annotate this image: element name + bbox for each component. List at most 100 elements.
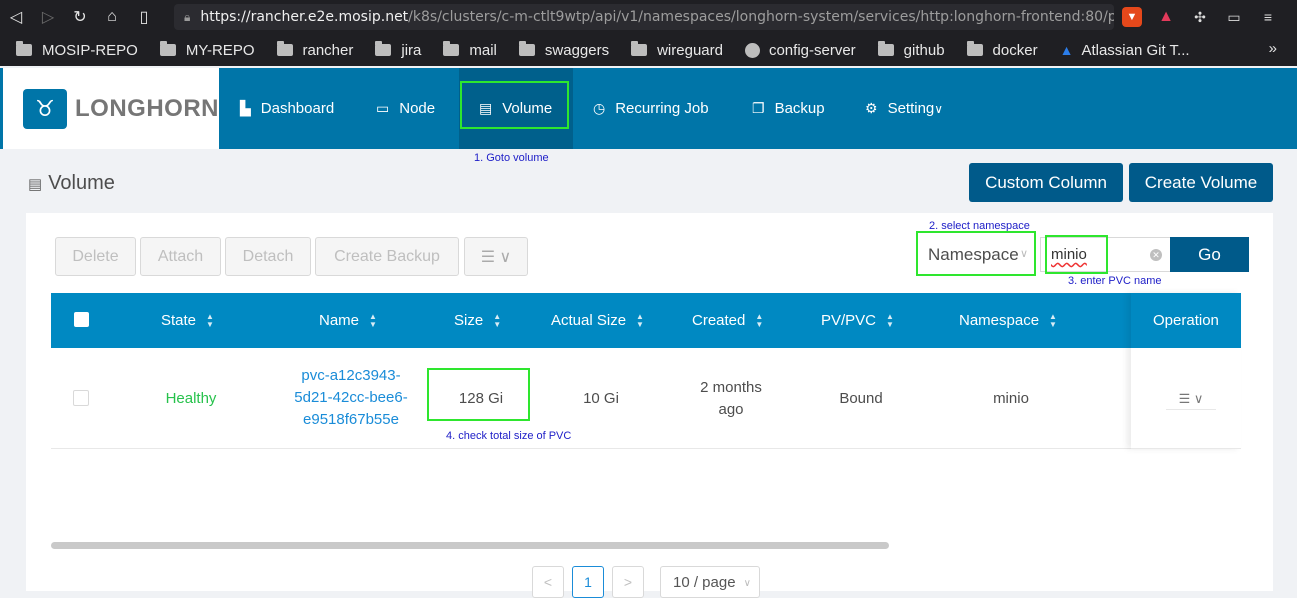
clear-icon[interactable]: ✕ xyxy=(1150,249,1162,261)
row-created-line: ago xyxy=(718,401,744,418)
create-backup-button[interactable]: Create Backup xyxy=(315,237,459,276)
page-size-value: 10 / page xyxy=(673,573,736,591)
nav-recurring-job[interactable]: ◷ Recurring Job xyxy=(593,68,709,149)
page-size-select[interactable]: 10 / page ∨ xyxy=(660,566,760,598)
column-pv-pvc[interactable]: PV/PVC ▲ ▼ xyxy=(821,293,894,348)
sort-icon[interactable]: ▲ ▼ xyxy=(1049,312,1057,329)
bookmark-label: MY-REPO xyxy=(185,41,255,59)
annotation-step4: 4. check total size of PVC xyxy=(446,430,572,442)
brave-shield-icon[interactable]: ▼ xyxy=(1122,7,1142,27)
bookmark-item[interactable]: ▲ Atlassian Git T... xyxy=(1060,42,1190,59)
prev-page-button[interactable]: < xyxy=(532,566,564,598)
bookmark-item[interactable]: swaggers xyxy=(518,41,609,59)
row-name-line: pvc-a12c3943- xyxy=(301,367,401,384)
create-volume-button[interactable]: Create Volume xyxy=(1129,163,1273,202)
back-icon[interactable]: ◁ xyxy=(0,0,32,34)
bookmark-label: github xyxy=(903,41,945,59)
page-1-button[interactable]: 1 xyxy=(572,566,604,598)
nav-node-label: Node xyxy=(399,100,436,117)
bookmark-item[interactable]: github xyxy=(877,41,945,59)
folder-icon xyxy=(443,41,460,56)
go-button[interactable]: Go xyxy=(1170,237,1249,272)
column-actual-size[interactable]: Actual Size ▲ ▼ xyxy=(551,293,644,348)
row-created: 2 months ago xyxy=(681,377,781,421)
gear-icon: ⚙ xyxy=(865,100,878,116)
copy-icon: ❐ xyxy=(752,100,765,116)
longhorn-logo-icon: ♉︎ xyxy=(23,88,67,129)
bookmark-label: jira xyxy=(401,41,422,59)
sort-icon[interactable]: ▲ ▼ xyxy=(369,312,377,329)
extensions-icon[interactable]: ✣ xyxy=(1190,7,1210,27)
nav-backup[interactable]: ❐ Backup xyxy=(752,68,825,149)
bookmark-item[interactable]: rancher xyxy=(276,41,353,59)
nav-node[interactable]: ▭ Node xyxy=(376,68,435,149)
column-name[interactable]: Name ▲ ▼ xyxy=(319,293,377,348)
select-all-checkbox[interactable] xyxy=(74,312,89,327)
sort-icon[interactable]: ▲ ▼ xyxy=(886,312,894,329)
column-name-label: Name xyxy=(319,312,360,329)
home-icon[interactable]: ⌂ xyxy=(96,0,128,34)
folder-icon xyxy=(159,41,176,56)
folder-icon xyxy=(631,41,648,56)
rewards-icon[interactable]: ▲ xyxy=(1156,7,1176,27)
bookmark-item[interactable]: config-server xyxy=(744,42,856,59)
bookmark-item[interactable]: MOSIP-REPO xyxy=(16,41,138,59)
row-created-line: 2 months xyxy=(700,379,762,396)
attach-button[interactable]: Attach xyxy=(140,237,221,276)
row-checkbox[interactable] xyxy=(73,390,89,406)
row-name-link[interactable]: pvc-a12c3943- 5d21-42cc-bee6- e9518f67b5… xyxy=(281,365,421,431)
forward-icon[interactable]: ▷ xyxy=(32,0,64,34)
sort-icon[interactable]: ▲ ▼ xyxy=(636,312,644,329)
row-name-line: e9518f67b55e xyxy=(303,411,399,428)
bookmark-item[interactable]: docker xyxy=(966,41,1038,59)
column-actual-size-label: Actual Size xyxy=(551,312,627,329)
folder-icon xyxy=(518,41,535,56)
wallet-icon[interactable]: ▭ xyxy=(1224,7,1244,27)
chevron-down-icon: ∨ xyxy=(934,101,944,116)
column-namespace-label: Namespace xyxy=(959,312,1040,329)
laptop-icon: ▭ xyxy=(376,100,390,116)
folder-icon xyxy=(966,41,983,56)
nav-setting[interactable]: ⚙ Setting ∨ xyxy=(865,68,943,149)
detach-button[interactable]: Detach xyxy=(225,237,311,276)
reload-icon[interactable]: ↻ xyxy=(64,0,96,34)
sort-icon[interactable]: ▲ ▼ xyxy=(493,312,501,329)
row-operation-menu[interactable]: ☰ ∨ xyxy=(1166,388,1216,410)
column-size-label: Size xyxy=(454,312,484,329)
column-namespace[interactable]: Namespace ▲ ▼ xyxy=(959,293,1057,348)
delete-button[interactable]: Delete xyxy=(55,237,136,276)
column-state-label: State xyxy=(161,312,197,329)
horizontal-scrollbar[interactable] xyxy=(51,542,889,549)
folder-icon xyxy=(375,41,392,56)
logo[interactable]: ♉︎ LONGHORN xyxy=(3,68,219,149)
address-bar[interactable]: 🔒︎ https://rancher.e2e.mosip.net/k8s/clu… xyxy=(174,4,1114,30)
globe-icon xyxy=(744,42,760,58)
sort-icon[interactable]: ▲ ▼ xyxy=(755,312,763,329)
bookmark-item[interactable]: mail xyxy=(443,41,497,59)
nav-recurring-job-label: Recurring Job xyxy=(615,100,709,117)
sort-icon[interactable]: ▲ ▼ xyxy=(206,312,214,329)
row-name-line: 5d21-42cc-bee6- xyxy=(294,389,408,406)
volume-icon: ▤ xyxy=(28,175,43,193)
custom-column-button[interactable]: Custom Column xyxy=(969,163,1123,202)
column-created[interactable]: Created ▲ ▼ xyxy=(692,293,763,348)
list-icon: ☰ ∨ xyxy=(1178,390,1204,406)
highlight-namespace-select xyxy=(916,231,1036,276)
bookmark-item[interactable]: MY-REPO xyxy=(159,41,255,59)
folder-icon xyxy=(276,41,293,56)
row-namespace: minio xyxy=(993,390,1029,407)
next-page-button[interactable]: > xyxy=(612,566,644,598)
column-size[interactable]: Size ▲ ▼ xyxy=(454,293,501,348)
list-icon: ☰ ∨ xyxy=(480,248,512,266)
column-state[interactable]: State ▲ ▼ xyxy=(161,293,214,348)
bulk-actions-button[interactable]: ☰ ∨ xyxy=(464,237,528,276)
nav-dashboard[interactable]: ▙ Dashboard xyxy=(240,68,334,149)
bookmarks-overflow-button[interactable]: » xyxy=(1269,40,1277,57)
bookmark-item[interactable]: jira xyxy=(375,41,422,59)
bookmark-label: mail xyxy=(469,41,497,59)
menu-icon[interactable]: ≡ xyxy=(1258,7,1278,27)
bookmark-icon[interactable]: ▯ xyxy=(128,0,160,34)
bookmark-item[interactable]: wireguard xyxy=(631,41,723,59)
bookmark-label: Atlassian Git T... xyxy=(1081,41,1190,59)
operation-column-shadow xyxy=(1131,293,1241,449)
